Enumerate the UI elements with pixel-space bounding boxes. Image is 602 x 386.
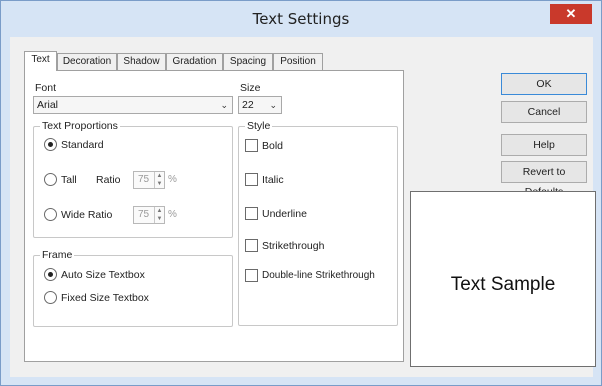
- frame-title: Frame: [40, 249, 75, 261]
- wide-ratio-stepper[interactable]: 75 ▲ ▼: [133, 206, 165, 224]
- tall-ratio-label: Ratio: [96, 174, 121, 186]
- tab-shadow[interactable]: Shadow: [117, 53, 166, 70]
- spin-arrows-icon[interactable]: ▲ ▼: [154, 207, 164, 223]
- fixed-size-label: Fixed Size Textbox: [61, 292, 149, 304]
- tall-ratio-value: 75: [138, 174, 150, 185]
- chevron-down-icon: ⌄: [269, 100, 277, 110]
- dialog-client: Text Decoration Shadow Gradation Spacing…: [10, 37, 596, 377]
- wide-percent: %: [168, 209, 177, 220]
- double-strikethrough-label: Double-line Strikethrough: [262, 270, 375, 281]
- size-select[interactable]: 22 ⌄: [238, 96, 282, 114]
- tab-gradation[interactable]: Gradation: [166, 53, 223, 70]
- wide-ratio-value: 75: [138, 209, 150, 220]
- standard-radio[interactable]: [44, 138, 57, 151]
- text-tab-panel: Font Arial ⌄ Size 22 ⌄ Text Proportions …: [24, 70, 404, 362]
- dialog-window: Text Settings ✕ Text Decoration Shadow G…: [0, 0, 602, 386]
- revert-defaults-button[interactable]: Revert to Defaults: [501, 161, 587, 198]
- font-label: Font: [35, 82, 57, 94]
- title-bar: Text Settings ✕: [1, 1, 601, 37]
- bold-checkbox[interactable]: [245, 139, 258, 152]
- chevron-down-icon: ⌄: [220, 100, 228, 110]
- tab-position[interactable]: Position: [273, 53, 323, 70]
- style-title: Style: [245, 120, 273, 132]
- fixed-size-radio[interactable]: [44, 291, 57, 304]
- window-title: Text Settings: [252, 10, 350, 28]
- tall-radio[interactable]: [44, 173, 57, 186]
- wide-radio[interactable]: [44, 208, 57, 221]
- text-sample-preview: Text Sample: [410, 191, 596, 367]
- underline-checkbox[interactable]: [245, 207, 258, 220]
- text-proportions-group: Text Proportions Standard Tall Ratio 75 …: [33, 120, 233, 238]
- auto-size-label: Auto Size Textbox: [61, 269, 145, 281]
- tall-label: Tall: [61, 174, 77, 186]
- standard-label: Standard: [61, 139, 104, 151]
- font-value: Arial: [37, 99, 59, 111]
- size-value: 22: [242, 99, 254, 111]
- tab-decoration[interactable]: Decoration: [57, 53, 117, 70]
- close-icon: ✕: [565, 6, 577, 21]
- tall-ratio-stepper[interactable]: 75 ▲ ▼: [133, 171, 165, 189]
- size-label: Size: [240, 82, 261, 94]
- close-button[interactable]: ✕: [550, 4, 592, 24]
- italic-label: Italic: [262, 174, 284, 186]
- text-proportions-title: Text Proportions: [40, 120, 120, 132]
- spin-arrows-icon[interactable]: ▲ ▼: [154, 172, 164, 188]
- tab-text[interactable]: Text: [24, 51, 57, 71]
- strikethrough-checkbox[interactable]: [245, 239, 258, 252]
- bold-label: Bold: [262, 140, 284, 152]
- ok-button[interactable]: OK: [501, 73, 587, 95]
- italic-checkbox[interactable]: [245, 173, 258, 186]
- double-strikethrough-checkbox[interactable]: [245, 269, 258, 282]
- help-button[interactable]: Help: [501, 134, 587, 156]
- frame-group: Frame Auto Size Textbox Fixed Size Textb…: [33, 249, 233, 327]
- tab-spacing[interactable]: Spacing: [223, 53, 273, 70]
- sample-text: Text Sample: [450, 274, 556, 295]
- tall-percent: %: [168, 174, 177, 185]
- underline-label: Underline: [262, 208, 307, 220]
- auto-size-radio[interactable]: [44, 268, 57, 281]
- strikethrough-label: Strikethrough: [262, 240, 325, 252]
- cancel-button[interactable]: Cancel: [501, 101, 587, 123]
- font-select[interactable]: Arial ⌄: [33, 96, 233, 114]
- style-group: Style Bold Italic Underline Strikethroug…: [238, 120, 398, 326]
- wide-label: Wide Ratio: [61, 209, 113, 221]
